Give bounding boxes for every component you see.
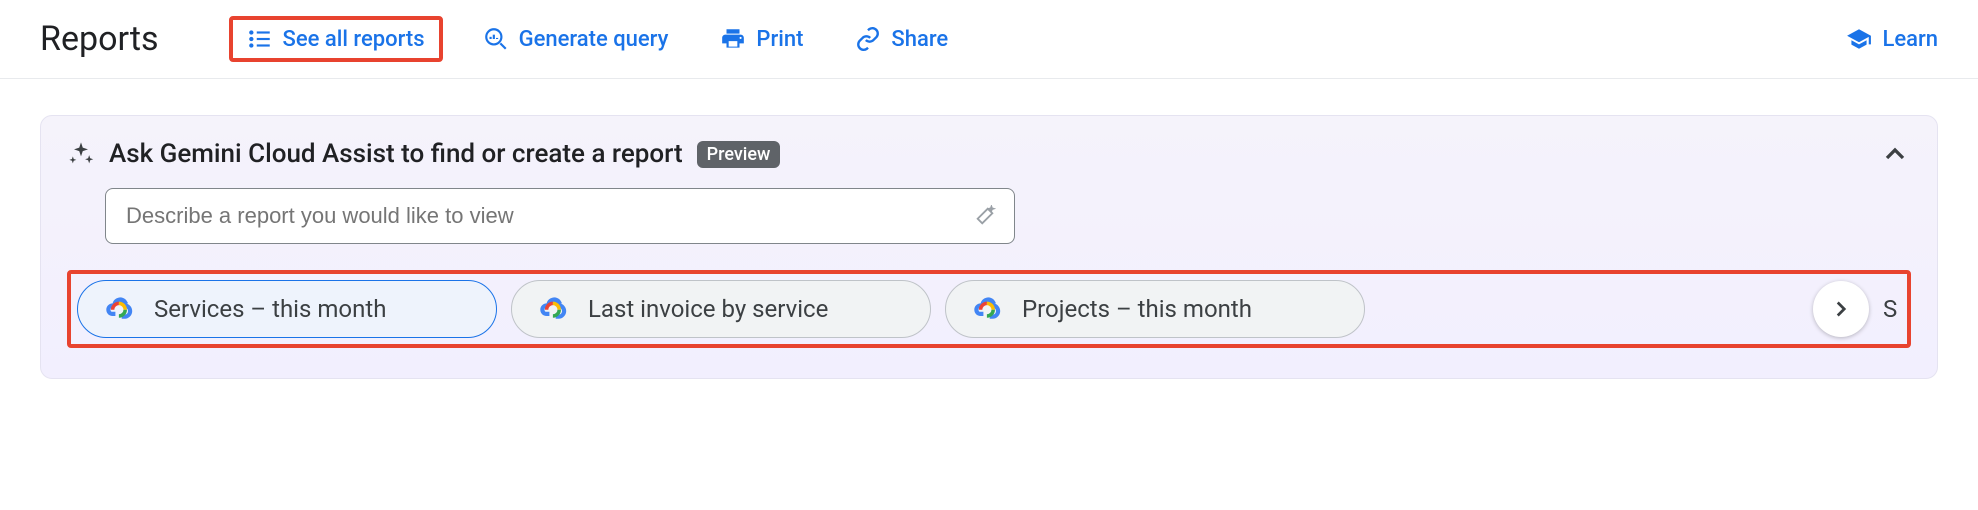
query-icon bbox=[483, 26, 509, 52]
list-icon bbox=[247, 26, 273, 52]
magic-wand-icon bbox=[974, 205, 996, 227]
suggestion-chip-services[interactable]: Services – this month bbox=[77, 280, 497, 338]
see-all-reports-button[interactable]: See all reports bbox=[247, 26, 425, 52]
link-icon bbox=[855, 26, 881, 52]
chip-label: Projects – this month bbox=[1022, 295, 1252, 323]
panel-title: Ask Gemini Cloud Assist to find or creat… bbox=[109, 139, 683, 169]
share-button[interactable]: Share bbox=[855, 26, 948, 52]
collapse-button[interactable] bbox=[1879, 138, 1911, 170]
learn-button[interactable]: Learn bbox=[1846, 26, 1938, 52]
suggestion-chips-highlight: Services – this month Last invoice by se… bbox=[67, 270, 1911, 348]
chevron-right-icon bbox=[1828, 296, 1854, 322]
header-actions: Generate query Print Share bbox=[483, 26, 949, 52]
chip-label: Last invoice by service bbox=[588, 295, 828, 323]
learn-label: Learn bbox=[1882, 27, 1938, 52]
google-cloud-icon bbox=[972, 295, 1006, 323]
gemini-assist-panel: Ask Gemini Cloud Assist to find or creat… bbox=[40, 115, 1938, 379]
panel-header: Ask Gemini Cloud Assist to find or creat… bbox=[67, 138, 1911, 170]
header-bar: Reports See all reports Generate bbox=[0, 0, 1978, 79]
suggestion-chip-invoice[interactable]: Last invoice by service bbox=[511, 280, 931, 338]
sparkle-icon bbox=[67, 140, 95, 168]
chip-label: Services – this month bbox=[154, 295, 386, 323]
preview-badge: Preview bbox=[697, 141, 781, 168]
report-search-field[interactable] bbox=[124, 202, 962, 230]
learn-icon bbox=[1846, 26, 1872, 52]
google-cloud-icon bbox=[104, 295, 138, 323]
share-label: Share bbox=[891, 27, 948, 52]
print-button[interactable]: Print bbox=[720, 26, 803, 52]
report-search-input[interactable] bbox=[105, 188, 1015, 244]
generate-query-button[interactable]: Generate query bbox=[483, 26, 669, 52]
page-title: Reports bbox=[40, 19, 159, 59]
see-all-reports-highlight: See all reports bbox=[229, 16, 443, 62]
see-all-reports-label: See all reports bbox=[283, 27, 425, 52]
generate-query-label: Generate query bbox=[519, 27, 669, 52]
scroll-right-button[interactable] bbox=[1813, 281, 1869, 337]
overflow-chip-peek: S bbox=[1883, 295, 1901, 323]
suggestion-chip-projects[interactable]: Projects – this month bbox=[945, 280, 1365, 338]
print-icon bbox=[720, 26, 746, 52]
google-cloud-icon bbox=[538, 295, 572, 323]
print-label: Print bbox=[756, 27, 803, 52]
